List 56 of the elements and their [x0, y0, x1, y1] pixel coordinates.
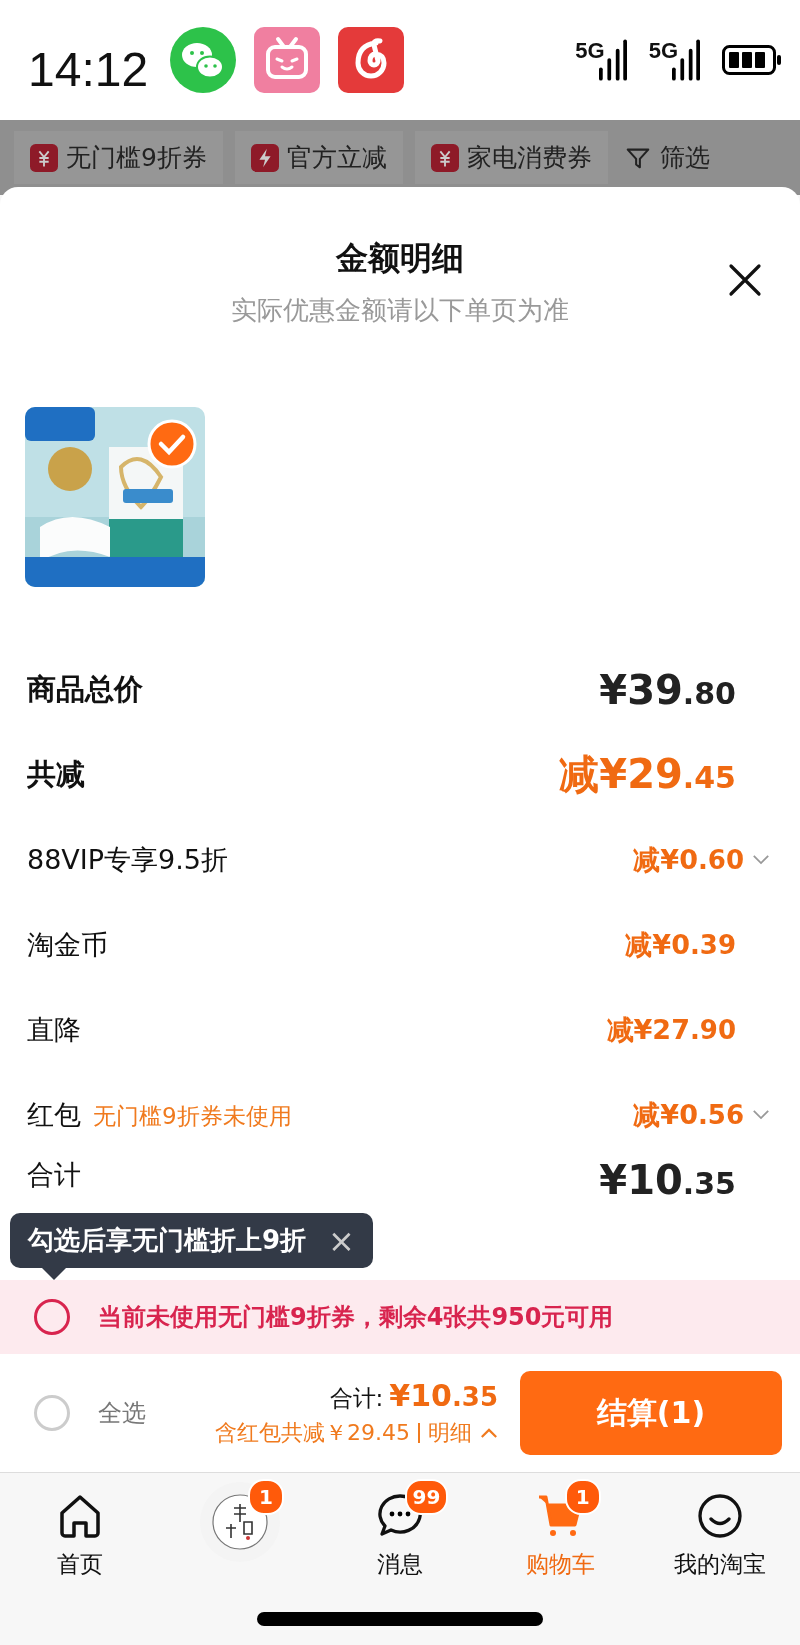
tooltip-close-button[interactable]: × [328, 1224, 355, 1257]
count-badge: 1 [564, 1479, 601, 1515]
tab-item[interactable]: 1 [160, 1475, 320, 1580]
details-link[interactable]: 明细 [428, 1418, 472, 1448]
filter-chip[interactable]: 无门槛9折券 [14, 131, 223, 184]
chevron-up-icon[interactable] [480, 1427, 498, 1439]
radio-button[interactable] [34, 1299, 70, 1335]
row-label: 淘金币 [27, 927, 108, 962]
row-label: 红包 [27, 1097, 81, 1132]
tab-item[interactable]: 我的淘宝 [640, 1475, 800, 1580]
home-icon [57, 1493, 103, 1539]
tab-item[interactable]: 99 消息 [320, 1475, 480, 1580]
filter-chip[interactable]: 官方立减 [234, 131, 403, 184]
amount-value: ¥39.80 [599, 666, 736, 713]
tv-app-icon [254, 27, 321, 93]
total-value: ¥10.35 [389, 1378, 498, 1413]
amount-value: 减¥27.90 [606, 1012, 736, 1047]
music-app-icon [338, 27, 405, 93]
status-time: 14:12 [28, 41, 149, 97]
coupon-icon [430, 143, 459, 172]
row-label: 合计 [27, 1158, 81, 1192]
select-all-label: 全选 [98, 1398, 146, 1429]
amount-value: 减¥0.39 [625, 927, 736, 962]
row-label: 共减 [27, 755, 85, 793]
chevron-down-icon[interactable] [752, 1109, 770, 1120]
chat-app-icon [170, 27, 237, 93]
row-label: 商品总价 [27, 670, 143, 708]
battery-icon [722, 45, 782, 75]
lightning-icon [250, 143, 279, 172]
coupon-icon [30, 143, 58, 172]
row-label: 88VIP专享9.5折 [27, 842, 228, 877]
filter-chip[interactable]: 筛选 [619, 131, 714, 184]
row-note: 无门槛9折券未使用 [93, 1101, 292, 1131]
sheet-subtitle: 实际优惠金额请以下单页为准 [231, 294, 569, 327]
count-badge: 1 [248, 1479, 284, 1515]
sheet-title: 金额明细 [336, 238, 464, 279]
tooltip-text: 勾选后享无门槛折上9折 [28, 1224, 307, 1257]
tab-item[interactable]: 首页 [0, 1475, 160, 1580]
checkout-button[interactable]: 结算(1) [520, 1371, 782, 1455]
checkmark-icon[interactable] [147, 419, 197, 469]
count-badge: 99 [404, 1479, 449, 1515]
chevron-down-icon[interactable] [752, 854, 770, 865]
smiley-icon [697, 1493, 743, 1539]
close-icon[interactable] [728, 263, 762, 297]
amount-value: 减¥29.45 [559, 750, 736, 799]
tab-item[interactable]: 1 购物车 [480, 1475, 640, 1580]
row-label: 直降 [27, 1012, 81, 1047]
amount-value: 减¥0.60 [633, 842, 744, 877]
total-label: 合计: [329, 1384, 384, 1413]
coupon-message: 当前未使用无门槛9折券，剩余4张共950元可用 [98, 1302, 614, 1333]
amount-value: 减¥0.56 [633, 1097, 744, 1132]
amount-value: ¥10.35 [599, 1157, 736, 1203]
network-label: 5G [648, 38, 678, 64]
filter-chip[interactable]: 家电消费券 [414, 131, 608, 184]
network-label: 5G [575, 38, 605, 64]
savings-text: 含红包共减￥29.45 [215, 1419, 410, 1447]
